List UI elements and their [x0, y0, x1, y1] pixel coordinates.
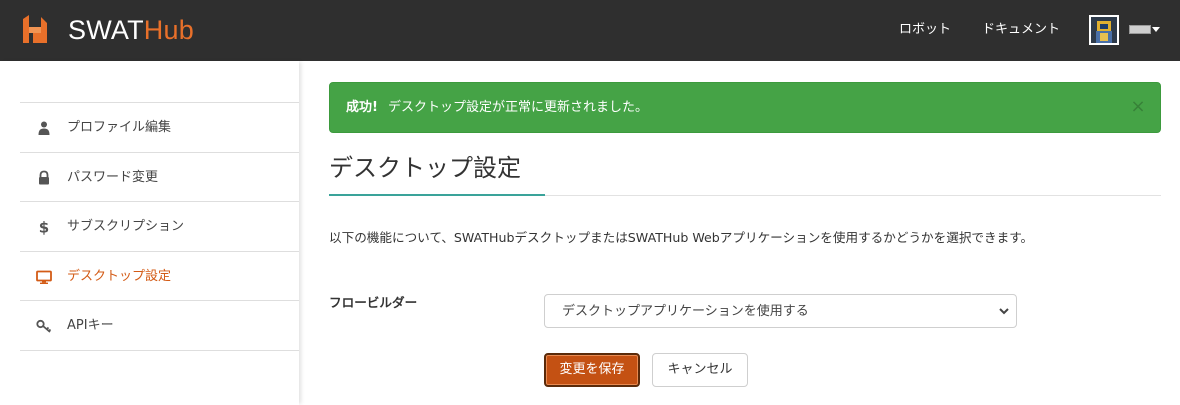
sidebar-item-label: サブスクリプション: [67, 219, 185, 235]
user-icon: [38, 121, 50, 135]
brand-name-part1: SWAT: [68, 15, 144, 45]
cancel-button[interactable]: キャンセル: [652, 353, 748, 387]
chevron-down-icon: [999, 308, 1009, 315]
swathub-logo-icon[interactable]: [19, 13, 51, 45]
settings-description: 以下の機能について、SWATHubデスクトップまたはSWATHub Webアプリ…: [329, 230, 1034, 245]
flow-builder-select[interactable]: デスクトップアプリケーションを使用する: [544, 294, 1017, 328]
page-title: デスクトップ設定: [329, 154, 521, 182]
avatar-image: [1091, 17, 1117, 43]
brand-name[interactable]: SWATHub: [68, 14, 194, 46]
sidebar-item-label: パスワード変更: [67, 169, 159, 185]
sidebar-item-subscription[interactable]: $ サブスクリプション: [20, 202, 299, 252]
select-value: デスクトップアプリケーションを使用する: [562, 304, 809, 319]
close-icon[interactable]: ×: [1128, 97, 1148, 117]
flow-builder-label: フロービルダー: [329, 295, 418, 310]
key-icon: [36, 320, 52, 334]
dollar-icon: $: [39, 219, 49, 235]
alert-message: デスクトップ設定が正常に更新されました。: [388, 100, 649, 115]
brand-name-part2: Hub: [143, 15, 194, 45]
caret-down-icon[interactable]: [1152, 27, 1160, 32]
lock-icon: [39, 170, 49, 185]
svg-text:$: $: [39, 219, 49, 235]
nav-link-documents[interactable]: ドキュメント: [982, 20, 1060, 40]
sidebar-menu: プロファイル編集 パスワード変更 $ サブスクリプション デスクトップ設定 AP…: [20, 102, 299, 351]
sidebar-item-profile[interactable]: プロファイル編集: [20, 103, 299, 153]
nav-link-robot[interactable]: ロボット: [899, 20, 951, 40]
user-name[interactable]: [1129, 25, 1151, 34]
top-navbar: SWATHub ロボット ドキュメント: [0, 0, 1180, 61]
user-avatar[interactable]: [1089, 15, 1119, 45]
monitor-icon: [36, 270, 52, 284]
sidebar-item-password[interactable]: パスワード変更: [20, 152, 299, 203]
save-button[interactable]: 変更を保存: [544, 353, 640, 387]
title-accent-line: [329, 194, 545, 196]
sidebar-item-label: デスクトップ設定: [67, 268, 172, 284]
sidebar-item-label: APIキー: [67, 318, 114, 334]
sidebar-item-label: プロファイル編集: [67, 120, 172, 135]
sidebar-item-desktop-settings[interactable]: デスクトップ設定: [20, 251, 299, 302]
sidebar-item-api-key[interactable]: APIキー: [20, 301, 299, 351]
success-alert: 成功! デスクトップ設定が正常に更新されました。 ×: [329, 82, 1161, 133]
alert-strong-text: 成功!: [346, 100, 378, 115]
